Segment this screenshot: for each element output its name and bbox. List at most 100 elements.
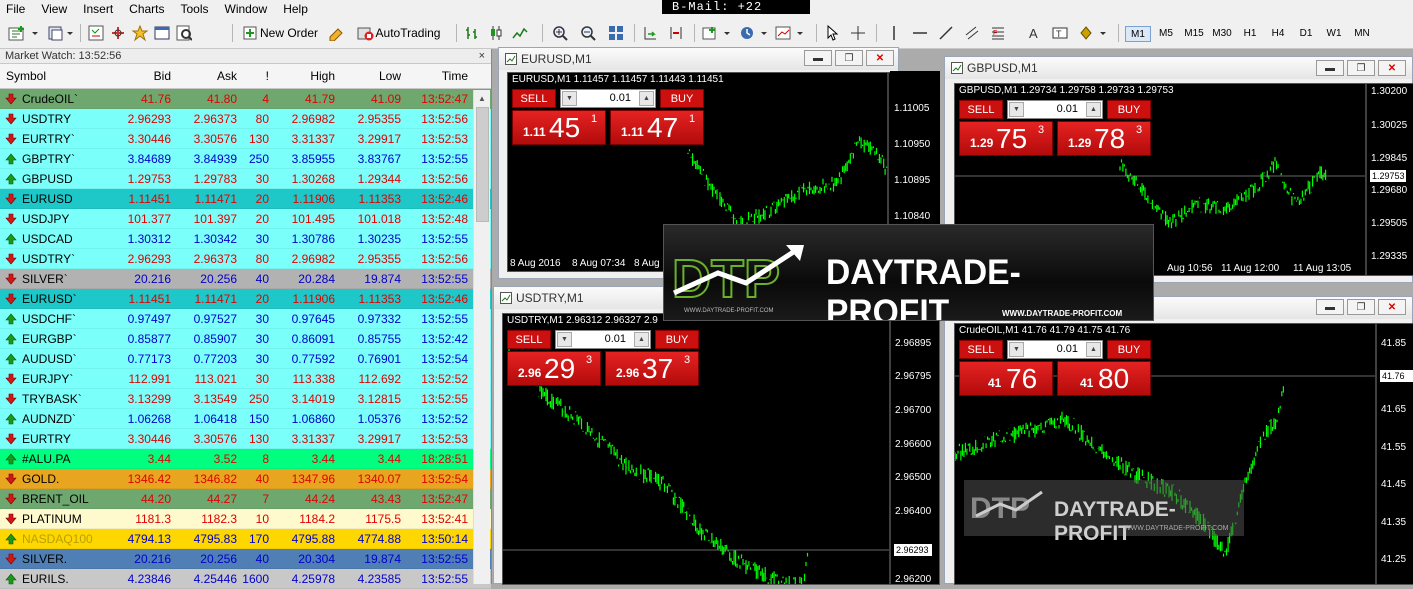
- timeframe-h4[interactable]: H4: [1265, 26, 1291, 42]
- restore-button[interactable]: ❐: [835, 50, 863, 66]
- auto-scroll-icon[interactable]: [640, 23, 660, 43]
- restore-button[interactable]: ❐: [1347, 60, 1375, 76]
- table-row[interactable]: CrudeOIL` 41.76 41.80 4 41.79 41.09 13:52:47: [0, 89, 491, 109]
- close-button[interactable]: ✕: [1378, 299, 1406, 315]
- restore-button[interactable]: ❐: [1347, 299, 1375, 315]
- buy-price-button[interactable]: 1.11 47 1: [610, 110, 704, 145]
- navigator-icon[interactable]: [130, 23, 150, 43]
- profiles-button[interactable]: [46, 23, 76, 43]
- header-symbol[interactable]: Symbol: [0, 64, 108, 88]
- strategy-tester-icon[interactable]: [174, 23, 194, 43]
- sell-button[interactable]: SELL: [959, 340, 1003, 359]
- metaeditor-icon[interactable]: [326, 23, 346, 43]
- lot-size-input[interactable]: ▼ 0.01 ▲: [1007, 100, 1103, 119]
- lot-size-input[interactable]: ▼ 0.01 ▲: [560, 89, 656, 108]
- market-watch-scrollbar[interactable]: ▲: [473, 90, 490, 584]
- templates-button[interactable]: [774, 23, 808, 43]
- menu-file[interactable]: File: [0, 0, 33, 18]
- autotrading-button[interactable]: AutoTrading: [352, 23, 444, 43]
- lot-up-icon[interactable]: ▲: [1086, 342, 1101, 357]
- buy-price-button[interactable]: 41 80: [1057, 361, 1151, 396]
- menu-charts[interactable]: Charts: [121, 0, 172, 18]
- table-row[interactable]: EURTRY 3.30446 3.30576 130 3.31337 3.29917 13:…: [0, 429, 491, 449]
- text-label-icon[interactable]: T: [1050, 23, 1070, 43]
- minimize-button[interactable]: ▬: [804, 50, 832, 66]
- minimize-button[interactable]: ▬: [1316, 299, 1344, 315]
- fibonacci-icon[interactable]: F: [988, 23, 1008, 43]
- lot-down-icon[interactable]: ▼: [562, 91, 577, 106]
- indicators-button[interactable]: [700, 23, 736, 43]
- table-row[interactable]: NASDAQ100 4794.13 4795.83 170 4795.88 4774.88…: [0, 529, 491, 549]
- zoom-out-icon[interactable]: [578, 23, 598, 43]
- menu-tools[interactable]: Tools: [173, 0, 217, 18]
- cursor-icon[interactable]: [822, 23, 842, 43]
- sell-price-button[interactable]: 1.11 45 1: [512, 110, 606, 145]
- chart-usdtry[interactable]: USDTRY,M1 2.96312 2.96327 2.9 SELL ▼ 0.0…: [502, 313, 940, 585]
- timeframe-m1[interactable]: M1: [1125, 26, 1151, 42]
- menu-window[interactable]: Window: [217, 0, 276, 18]
- buy-price-button[interactable]: 2.96 37 3: [605, 351, 699, 386]
- horizontal-line-icon[interactable]: [910, 23, 930, 43]
- periods-button[interactable]: [738, 23, 772, 43]
- sell-price-button[interactable]: 1.29 75 3: [959, 121, 1053, 156]
- lot-up-icon[interactable]: ▲: [1086, 102, 1101, 117]
- tile-windows-icon[interactable]: [606, 23, 626, 43]
- market-watch-icon[interactable]: [86, 23, 106, 43]
- new-chart-button[interactable]: [6, 23, 42, 43]
- close-button[interactable]: ✕: [1378, 60, 1406, 76]
- timeframe-d1[interactable]: D1: [1293, 26, 1319, 42]
- lot-up-icon[interactable]: ▲: [634, 332, 649, 347]
- header-time[interactable]: Time: [404, 64, 471, 88]
- lot-down-icon[interactable]: ▼: [557, 332, 572, 347]
- table-row[interactable]: USDJPY 101.377 101.397 20 101.495 101.018 13:5…: [0, 209, 491, 229]
- table-row[interactable]: USDTRY` 2.96293 2.96373 80 2.96982 2.95355 13:…: [0, 249, 491, 269]
- header-bid[interactable]: Bid: [108, 64, 174, 88]
- buy-button[interactable]: BUY: [1107, 340, 1151, 359]
- table-row[interactable]: #ALU.PA 3.44 3.52 8 3.44 3.44 18:28:51: [0, 449, 491, 469]
- sell-button[interactable]: SELL: [512, 89, 556, 108]
- channel-icon[interactable]: [962, 23, 982, 43]
- sell-button[interactable]: SELL: [507, 330, 551, 349]
- scroll-up-icon[interactable]: ▲: [474, 90, 490, 107]
- table-row[interactable]: EURUSD` 1.11451 1.11471 20 1.11906 1.11353 13:…: [0, 289, 491, 309]
- lot-down-icon[interactable]: ▼: [1009, 102, 1024, 117]
- table-row[interactable]: EURJPY` 112.991 113.021 30 113.338 112.692 13:…: [0, 369, 491, 389]
- timeframe-h1[interactable]: H1: [1237, 26, 1263, 42]
- table-row[interactable]: SILVER` 20.216 20.256 40 20.284 19.874 13:52:5…: [0, 269, 491, 289]
- table-row[interactable]: EURTRY` 3.30446 3.30576 130 3.31337 3.29917 13…: [0, 129, 491, 149]
- buy-button[interactable]: BUY: [1107, 100, 1151, 119]
- menu-insert[interactable]: Insert: [75, 0, 121, 18]
- lot-up-icon[interactable]: ▲: [639, 91, 654, 106]
- minimize-button[interactable]: ▬: [1316, 60, 1344, 76]
- header-high[interactable]: High: [272, 64, 338, 88]
- candlestick-icon[interactable]: [486, 23, 506, 43]
- buy-button[interactable]: BUY: [655, 330, 699, 349]
- header-spread[interactable]: !: [240, 64, 272, 88]
- sell-button[interactable]: SELL: [959, 100, 1003, 119]
- table-row[interactable]: EURILS. 4.23846 4.25446 1600 4.25978 4.23585 1…: [0, 569, 491, 589]
- header-low[interactable]: Low: [338, 64, 404, 88]
- sell-price-button[interactable]: 41 76: [959, 361, 1053, 396]
- table-row[interactable]: EURGBP` 0.85877 0.85907 30 0.86091 0.85755 13:…: [0, 329, 491, 349]
- lot-size-input[interactable]: ▼ 0.01 ▲: [1007, 340, 1103, 359]
- header-ask[interactable]: Ask: [174, 64, 240, 88]
- trend-line-icon[interactable]: [936, 23, 956, 43]
- menu-help[interactable]: Help: [275, 0, 316, 18]
- timeframe-mn[interactable]: MN: [1349, 26, 1375, 42]
- text-icon[interactable]: A: [1024, 23, 1044, 43]
- close-button[interactable]: ✕: [866, 50, 894, 66]
- arrows-button[interactable]: [1076, 23, 1112, 43]
- zoom-in-icon[interactable]: [550, 23, 570, 43]
- line-chart-icon[interactable]: [510, 23, 530, 43]
- table-row[interactable]: USDTRY 2.96293 2.96373 80 2.96982 2.95355 13:5…: [0, 109, 491, 129]
- crosshair-icon[interactable]: [848, 23, 868, 43]
- table-row[interactable]: AUDUSD` 0.77173 0.77203 30 0.77592 0.76901 13:…: [0, 349, 491, 369]
- table-row[interactable]: AUDNZD` 1.06268 1.06418 150 1.06860 1.05376 13…: [0, 409, 491, 429]
- table-row[interactable]: PLATINUM 1181.3 1182.3 10 1184.2 1175.5 13:52:…: [0, 509, 491, 529]
- scroll-thumb[interactable]: [476, 107, 489, 222]
- timeframe-m15[interactable]: M15: [1181, 26, 1207, 42]
- timeframe-w1[interactable]: W1: [1321, 26, 1347, 42]
- table-row[interactable]: USDCAD 1.30312 1.30342 30 1.30786 1.30235 13:5…: [0, 229, 491, 249]
- table-row[interactable]: BRENT_OIL 44.20 44.27 7 44.24 43.43 13:52:47: [0, 489, 491, 509]
- new-order-button[interactable]: New Order: [238, 23, 322, 43]
